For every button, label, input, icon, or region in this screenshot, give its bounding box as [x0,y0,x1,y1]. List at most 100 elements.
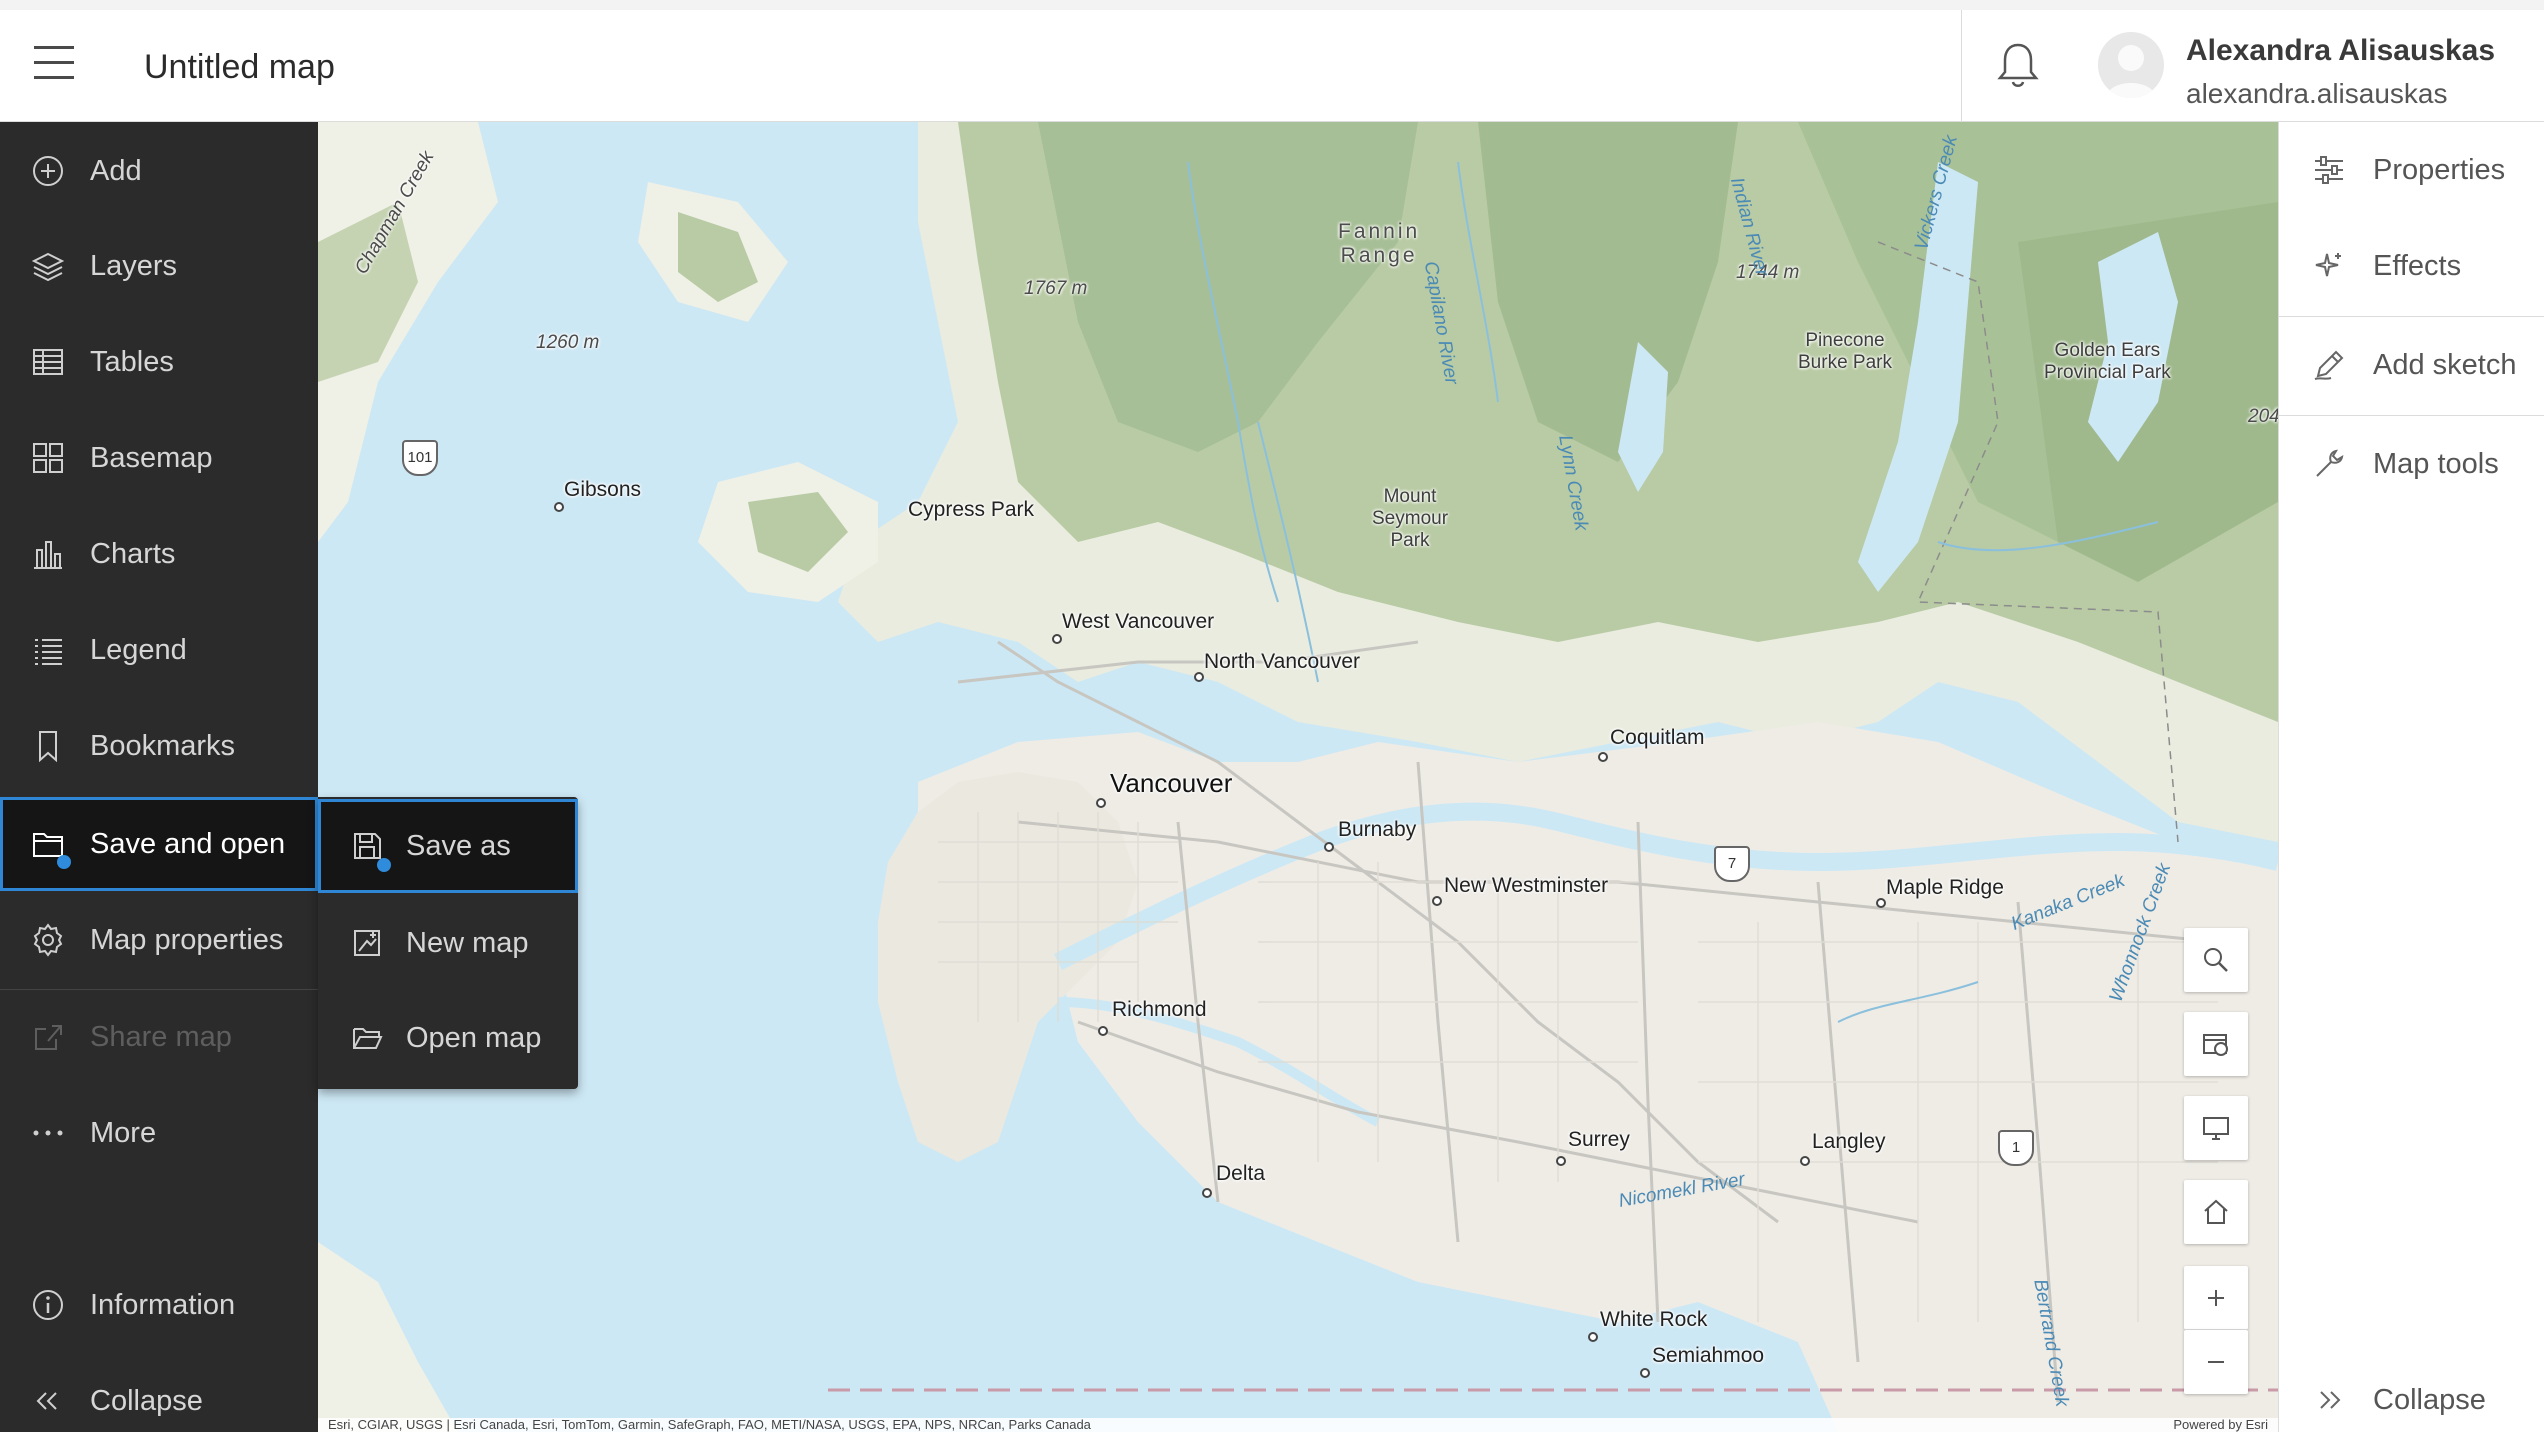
nav-map-tools[interactable]: Map tools [2279,416,2544,512]
city-marker-maple-ridge [1876,898,1886,908]
nav-properties-label: Properties [2373,153,2506,186]
basemap-graphic [318,122,2278,1432]
nav-save-and-open[interactable]: Save and open [0,797,318,891]
nav-effects[interactable]: Effects [2279,218,2544,314]
map-label-west-vancouver: West Vancouver [1062,610,1215,633]
city-marker-surrey [1556,1156,1566,1166]
flyout-open-map-label: Open map [406,1021,542,1054]
city-marker-delta [1202,1188,1212,1198]
map-title[interactable]: Untitled map [144,48,335,87]
user-avatar[interactable] [2098,32,2164,98]
layer-list-icon [2203,1034,2228,1056]
map-label-gibsons: Gibsons [564,478,642,501]
city-marker-gibsons [554,502,564,512]
city-marker-white-rock [1588,1332,1598,1342]
map-label-mount-seymour-line1: Mount [1383,486,1437,507]
nav-charts-label: Charts [90,537,176,570]
nav-basemap[interactable]: Basemap [0,411,318,505]
notifications-bell-icon[interactable] [1996,40,2040,90]
highway-shield-1: 1 [1998,1130,2034,1166]
nav-collapse-right[interactable]: Collapse [2279,1352,2544,1432]
flyout-save-as[interactable]: Save as [318,799,578,893]
nav-bookmarks[interactable]: Bookmarks [0,699,318,793]
map-view[interactable]: Chapman Creek 1260 m 1767 m 1744 m 204 C… [318,122,2278,1432]
attribution-sources: Esri, CGIAR, USGS | Esri Canada, Esri, T… [328,1418,1091,1432]
user-handle: alexandra.alisauskas [2186,78,2448,109]
nav-legend-label: Legend [90,633,187,666]
flyout-new-map[interactable]: New map [318,896,578,990]
city-marker-coquitlam [1598,752,1608,762]
fullscreen-icon [2203,1117,2229,1140]
map-label-golden-ears-park: Golden Ears Provincial Park [2044,340,2171,384]
map-label-new-westminster: New Westminster [1444,874,1609,897]
nav-bookmarks-label: Bookmarks [90,729,236,762]
flyout-open-map[interactable]: Open map [318,991,578,1085]
nav-layers[interactable]: Layers [0,219,318,313]
info-icon [30,1287,66,1323]
map-attribution[interactable]: Esri, CGIAR, USGS | Esri Canada, Esri, T… [318,1418,2278,1432]
map-label-fannin-range-line2: Range [1340,244,1418,267]
zoom-out-button[interactable] [2184,1330,2248,1394]
sparkle-icon [2311,248,2347,284]
nav-layers-label: Layers [90,249,178,282]
active-indicator-dot [377,858,391,872]
zoom-in-icon [2208,1289,2224,1306]
save-open-flyout: Save as New map Open map [318,797,578,1089]
share-icon [30,1019,66,1055]
new-map-icon [350,926,384,960]
nav-effects-label: Effects [2373,249,2462,282]
header-divider [1961,10,1962,122]
map-label-pinecone-line2: Burke Park [1798,352,1892,373]
map-fullscreen-button[interactable] [2184,1096,2248,1160]
nav-share-map-label: Share map [90,1020,232,1053]
map-label-langley: Langley [1812,1130,1886,1153]
map-label-semiahmoo: Semiahmoo [1652,1344,1765,1367]
chart-icon [30,536,66,572]
basemap-icon [30,440,66,476]
menu-icon[interactable] [34,46,78,86]
map-label-white-rock: White Rock [1600,1308,1708,1331]
nav-properties[interactable]: Properties [2279,122,2544,218]
city-marker-vancouver [1096,798,1106,808]
map-home-button[interactable] [2184,1180,2248,1244]
nav-tables[interactable]: Tables [0,315,318,409]
nav-map-properties[interactable]: Map properties [0,893,318,987]
chevron-double-right-icon [2311,1382,2347,1418]
user-name[interactable]: Alexandra Alisauskas [2186,34,2495,68]
map-search-button[interactable] [2184,928,2248,992]
nav-add-sketch[interactable]: Add sketch [2279,317,2544,413]
map-label-pinecone-burke-park: Pinecone Burke Park [1798,330,1892,374]
zoom-out-icon [2208,1361,2224,1363]
layers-icon [30,248,66,284]
right-sidebar: Properties Effects Add sketch Map tools … [2278,122,2544,1432]
nav-information[interactable]: Information [0,1258,318,1352]
map-layer-list-button[interactable] [2184,1012,2248,1076]
powered-by-esri[interactable]: Powered by Esri [2173,1418,2268,1432]
legend-icon [30,632,66,668]
city-marker-semiahmoo [1640,1368,1650,1378]
map-label-fannin-range: Fannin Range [1338,220,1420,268]
map-label-cypress-park: Cypress Park [908,498,1035,521]
bookmark-icon [30,728,66,764]
zoom-in-button[interactable] [2184,1266,2248,1330]
table-icon [30,344,66,380]
map-label-vancouver: Vancouver [1110,768,1233,798]
highway-shield-7: 7 [1714,846,1750,882]
city-marker-richmond [1098,1026,1108,1036]
map-label-burnaby: Burnaby [1338,818,1417,841]
nav-collapse[interactable]: Collapse [0,1354,318,1432]
nav-more-label: More [90,1116,157,1149]
open-folder-icon [350,1021,384,1055]
nav-charts[interactable]: Charts [0,507,318,601]
nav-more[interactable]: More [0,1086,318,1180]
city-marker-langley [1800,1156,1810,1166]
nav-add-label: Add [90,154,142,187]
highway-shield-101: 101 [402,440,438,476]
map-label-peak-1260: 1260 m [536,332,600,353]
nav-add[interactable]: Add [0,124,318,218]
chevron-double-left-icon [30,1383,66,1419]
nav-basemap-label: Basemap [90,441,213,474]
city-marker-west-vancouver [1052,634,1062,644]
nav-information-label: Information [90,1288,236,1321]
nav-legend[interactable]: Legend [0,603,318,697]
